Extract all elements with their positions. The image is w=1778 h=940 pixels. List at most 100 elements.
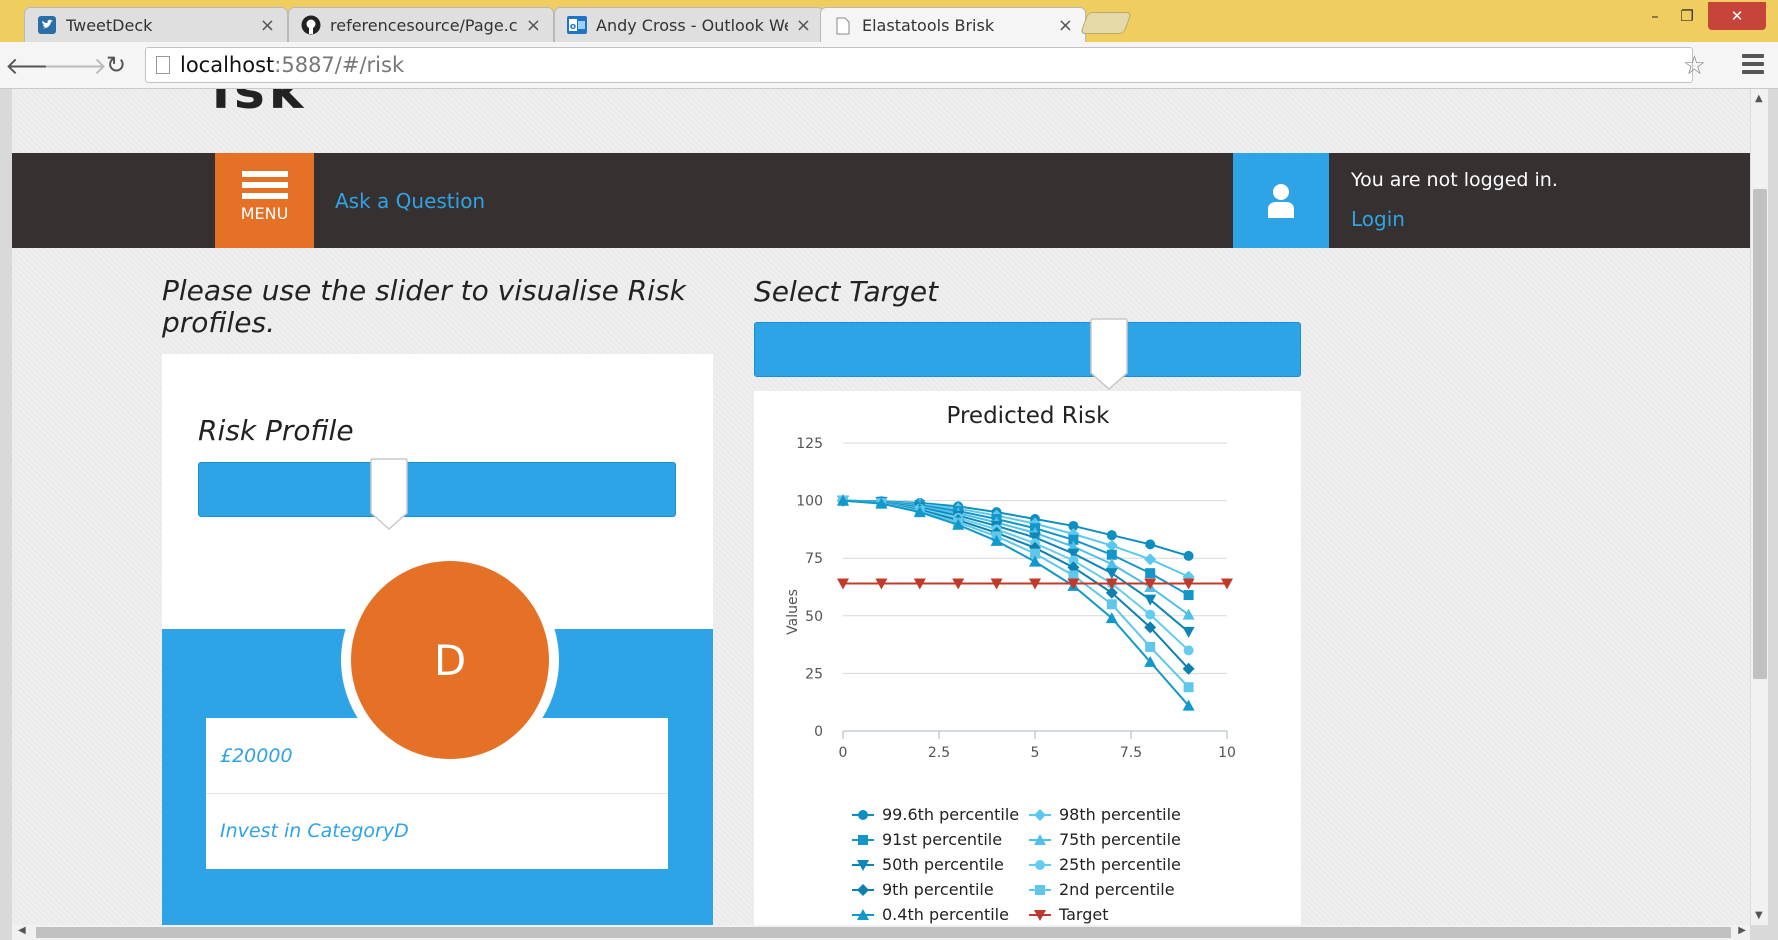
series-line [842, 499, 1190, 578]
browser-titlebar: TweetDeck × referencesource/Page.cs a × … [0, 0, 1778, 43]
investment-recommendation: Invest in CategoryD [206, 793, 668, 868]
page-viewport: isk MENU Ask a Question You are not logg… [12, 89, 1750, 925]
x-tick-label: 5 [1031, 745, 1040, 761]
forward-icon[interactable]: 🡒 [43, 50, 107, 80]
target-slider[interactable] [754, 318, 1301, 391]
tab-outlook[interactable]: o Andy Cross - Outlook Wel × [554, 7, 824, 42]
slider-instruction: Please use the slider to visualise Risk … [162, 274, 686, 339]
scrollbar-thumb[interactable] [36, 927, 1731, 938]
risk-profile-card: Risk Profile £20000 Invest in CategoryD … [162, 354, 713, 925]
y-tick-label: 0 [814, 724, 823, 740]
slider-handle[interactable] [1089, 317, 1129, 391]
tab-referencesource[interactable]: referencesource/Page.cs a × [288, 7, 554, 42]
ask-question-link[interactable]: Ask a Question [335, 189, 485, 213]
data-point [1144, 553, 1157, 566]
user-icon[interactable] [1233, 153, 1329, 248]
legend-item[interactable]: 50th percentile [852, 855, 1004, 874]
x-tick-label: 10 [1218, 745, 1236, 761]
chart-title: Predicted Risk [947, 403, 1111, 429]
address-bar[interactable]: localhost:5887/#/risk [145, 47, 1693, 83]
reload-icon[interactable]: ↻ [101, 50, 131, 80]
series-target [837, 578, 1233, 590]
legend-item[interactable]: 2nd percentile [1029, 880, 1175, 899]
legend-marker [1035, 860, 1045, 870]
url-host: localhost [180, 53, 275, 77]
scroll-right-icon[interactable]: ▶ [1738, 925, 1746, 936]
series-line [842, 499, 1190, 670]
close-icon[interactable]: × [526, 15, 541, 36]
tab-title: TweetDeck [66, 15, 153, 35]
legend-item[interactable]: 91st percentile [852, 830, 1002, 849]
page-icon [156, 56, 170, 74]
legend-item[interactable]: Target [1029, 905, 1109, 924]
menu-button[interactable]: MENU [215, 153, 314, 248]
scroll-up-icon[interactable]: ▲ [1755, 93, 1763, 104]
menu-label: MENU [240, 204, 289, 223]
legend-label: Target [1058, 905, 1109, 924]
legend-marker [1034, 809, 1046, 821]
legend-item[interactable]: 25th percentile [1029, 855, 1181, 874]
tab-title: referencesource/Page.cs a [330, 15, 518, 35]
close-icon[interactable]: × [260, 15, 275, 36]
vertical-scrollbar[interactable]: ▲ ▼ [1750, 89, 1768, 925]
tweetdeck-icon [37, 15, 57, 35]
data-point [1145, 568, 1156, 579]
legend-item[interactable]: 99.6th percentile [852, 805, 1019, 824]
horizontal-scrollbar[interactable]: ◀ ▶ [12, 925, 1750, 940]
close-icon[interactable]: × [796, 15, 811, 36]
scroll-down-icon[interactable]: ▼ [1755, 910, 1763, 921]
data-point [1106, 530, 1117, 541]
data-point [1106, 599, 1117, 610]
legend-item[interactable]: 9th percentile [852, 880, 994, 899]
legend-item[interactable]: 75th percentile [1029, 830, 1181, 849]
x-tick-label: 2.5 [928, 745, 950, 761]
legend-label: 2nd percentile [1059, 880, 1175, 899]
legend-label: 91st percentile [882, 830, 1002, 849]
outlook-icon: o [567, 15, 587, 35]
legend-marker [858, 835, 868, 845]
data-point [1183, 550, 1194, 561]
legend-label: 9th percentile [882, 880, 994, 899]
select-target-heading: Select Target [754, 275, 939, 308]
series-75th-percentile [837, 494, 1195, 620]
y-axis-label: Values [785, 589, 801, 635]
risk-category-badge: D [351, 561, 549, 759]
legend-label: 50th percentile [882, 855, 1004, 874]
url-path: :5887/#/risk [274, 53, 405, 77]
new-tab-button[interactable] [1079, 12, 1133, 34]
github-icon [301, 15, 321, 35]
risk-profile-title: Risk Profile [198, 414, 354, 447]
data-point [1105, 568, 1118, 580]
data-point [1183, 645, 1194, 656]
restore-icon[interactable]: ❐ [1672, 2, 1702, 30]
legend-item[interactable]: 98th percentile [1029, 805, 1181, 824]
data-point [1183, 590, 1194, 601]
legend-label: 25th percentile [1059, 855, 1181, 874]
y-tick-label: 100 [796, 494, 823, 510]
data-point [1183, 682, 1194, 693]
slider-handle[interactable] [369, 457, 409, 531]
browser-toolbar: 🡐 🡒 ↻ localhost:5887/#/risk ☆ [0, 42, 1778, 89]
window-close-icon[interactable]: ✕ [1708, 2, 1766, 30]
legend-label: 75th percentile [1059, 830, 1181, 849]
tab-elastatools-brisk[interactable]: Elastatools Brisk × [820, 7, 1086, 43]
site-logo: isk [212, 89, 308, 121]
legend-item[interactable]: 0.4th percentile [852, 905, 1009, 924]
browser-menu-icon[interactable] [1742, 54, 1764, 78]
close-icon[interactable]: × [1058, 15, 1073, 36]
data-point [1145, 539, 1156, 550]
data-point [1145, 641, 1156, 652]
risk-profile-slider[interactable] [198, 458, 676, 531]
legend-marker [858, 810, 868, 820]
scroll-left-icon[interactable]: ◀ [18, 925, 26, 936]
minimize-icon[interactable]: – [1640, 2, 1670, 30]
login-link[interactable]: Login [1351, 207, 1405, 231]
y-tick-label: 50 [805, 609, 823, 625]
y-tick-label: 25 [805, 666, 823, 682]
scrollbar-thumb[interactable] [1753, 189, 1767, 679]
tab-title: Andy Cross - Outlook Wel [596, 15, 788, 35]
series-line [842, 499, 1190, 616]
tab-tweetdeck[interactable]: TweetDeck × [24, 7, 288, 42]
legend-label: 0.4th percentile [882, 905, 1009, 924]
bookmark-star-icon[interactable]: ☆ [1683, 51, 1706, 81]
